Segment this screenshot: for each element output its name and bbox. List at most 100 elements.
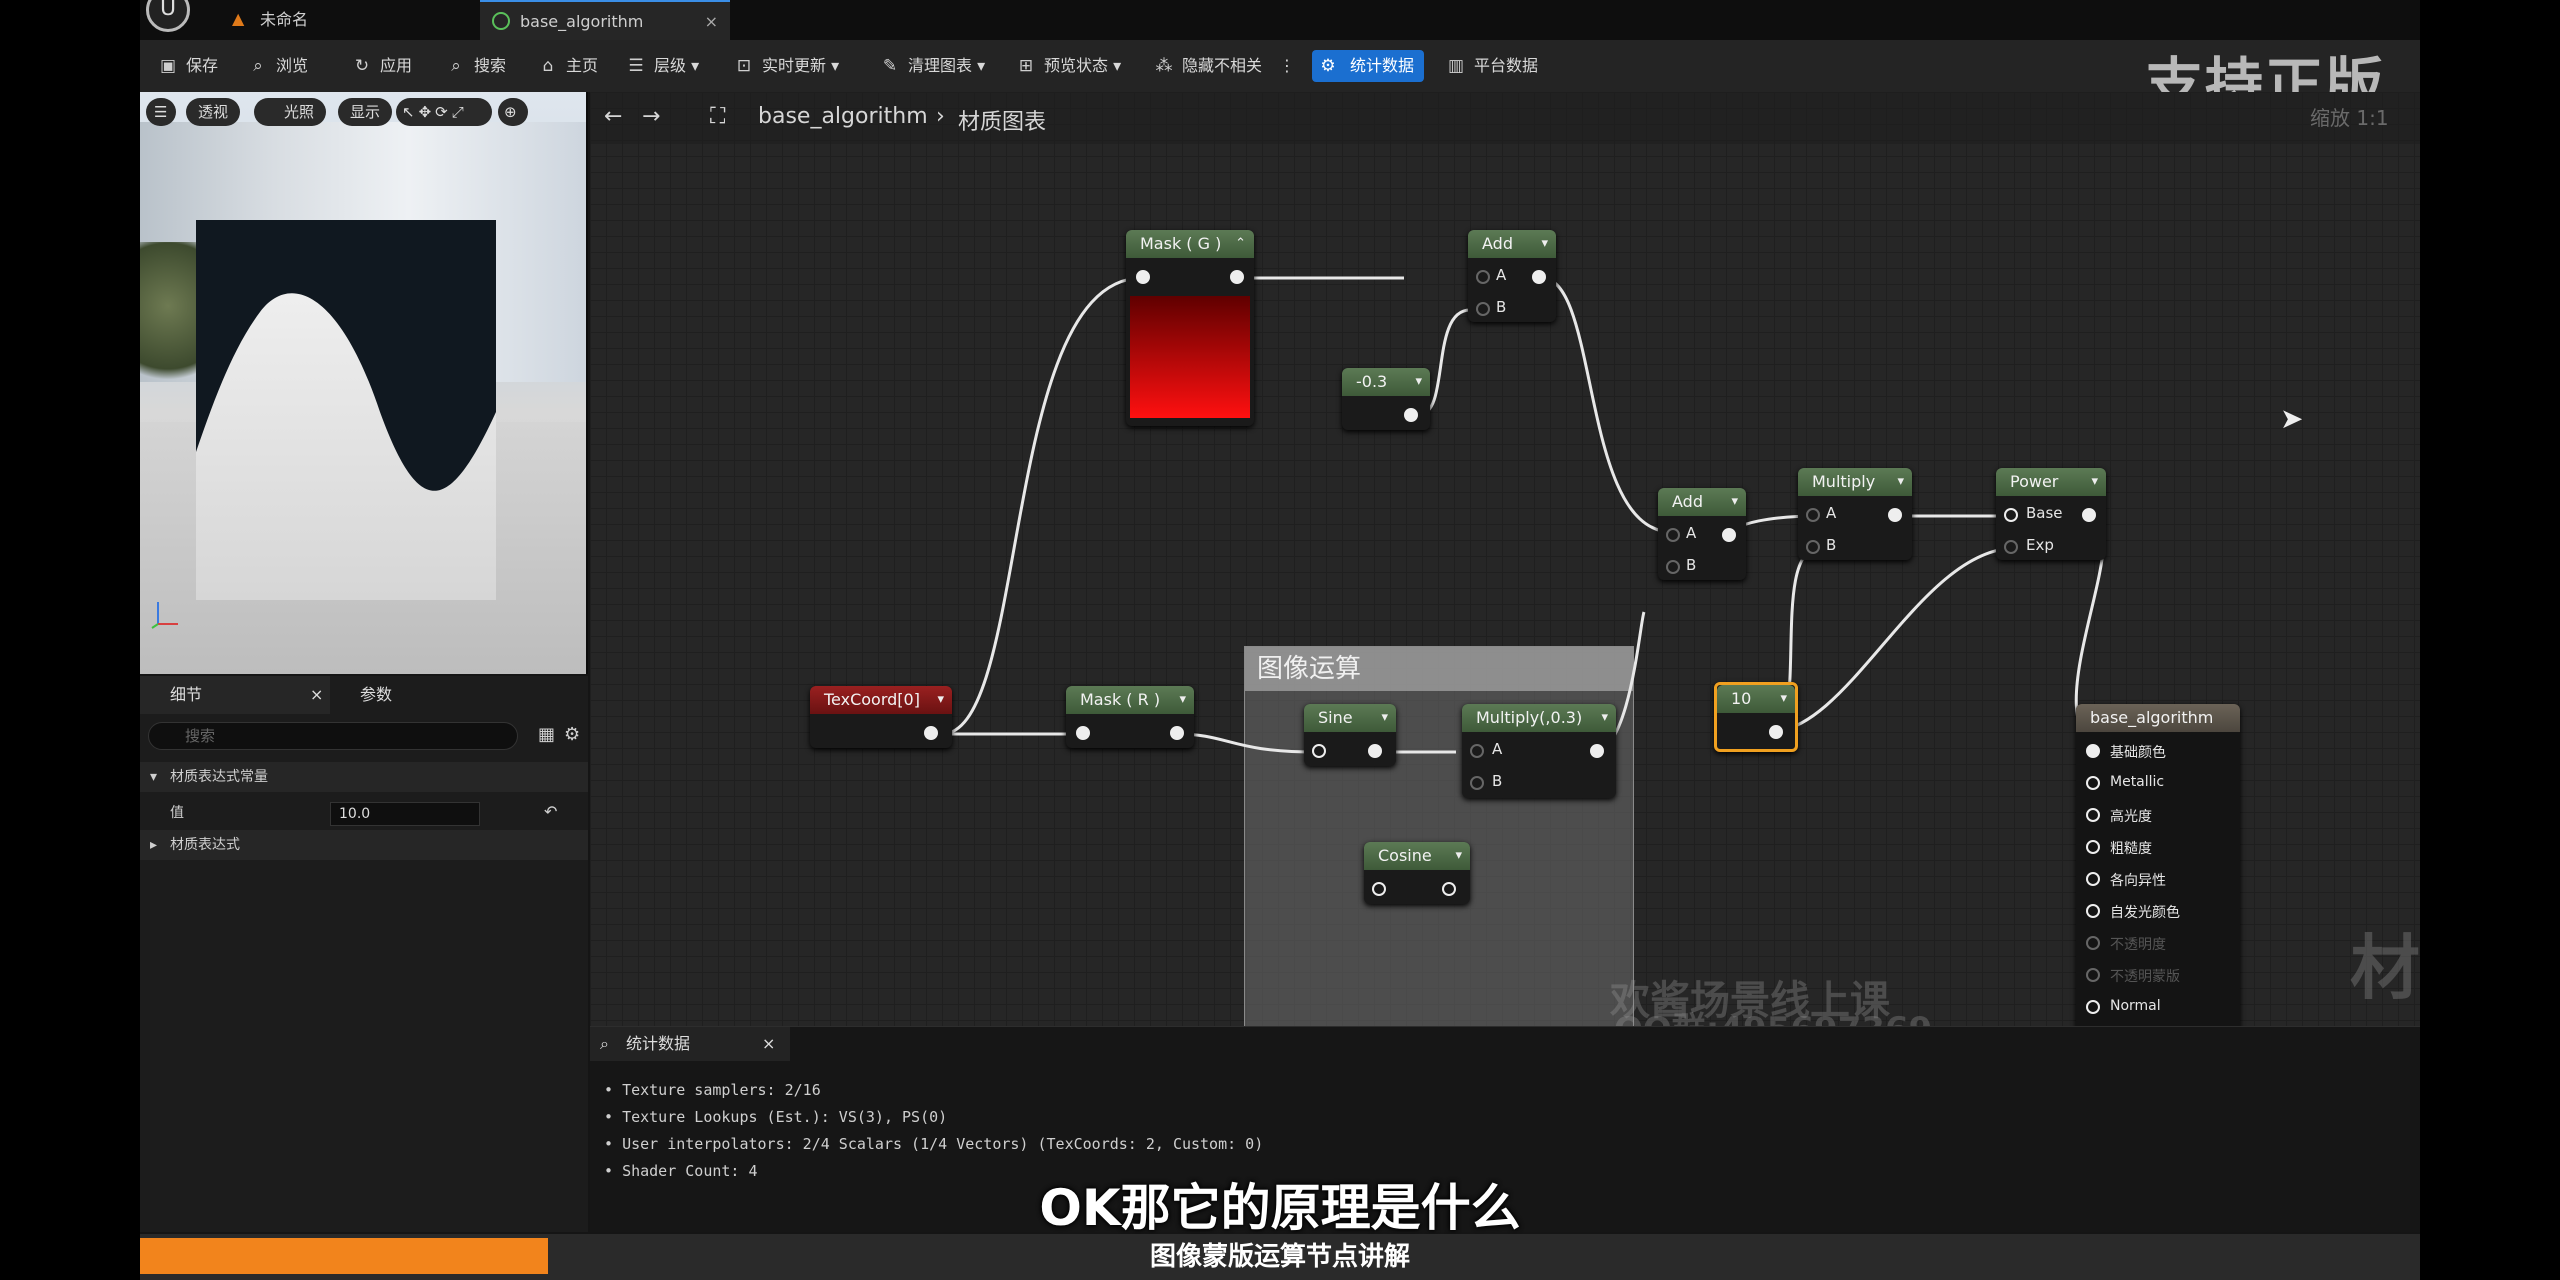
input-pin[interactable] <box>1372 882 1386 896</box>
hide-unrelated-button[interactable]: ⁂ 隐藏不相关 <box>1154 50 1263 82</box>
node-multiply[interactable]: Multiply ▾ A B <box>1798 468 1912 560</box>
input-pin[interactable] <box>2086 776 2100 790</box>
close-tab-icon[interactable]: × <box>705 2 718 42</box>
tab-parameters[interactable]: 参数 <box>330 676 392 714</box>
output-pin[interactable] <box>1888 508 1902 522</box>
dropdown-icon[interactable]: ▾ <box>1780 685 1787 713</box>
input-pin[interactable] <box>1312 744 1326 758</box>
dropdown-icon[interactable]: ▾ <box>1455 842 1462 870</box>
node-result-base-algorithm[interactable]: base_algorithm 基础颜色 Metallic 高光度 粗糙度 各向异性 自发光… <box>2076 704 2240 1026</box>
lit-button[interactable]: 光照 <box>254 98 327 126</box>
output-pin[interactable] <box>1170 726 1184 740</box>
more-options-icon[interactable]: ⋮ <box>1275 50 1295 82</box>
node-sine[interactable]: Sine ▾ <box>1304 704 1396 766</box>
dropdown-icon[interactable]: ▾ <box>1541 230 1548 258</box>
output-pin[interactable] <box>1404 408 1418 422</box>
tab-details[interactable]: 细节 × <box>140 676 330 714</box>
close-stats-icon[interactable]: × <box>762 1027 775 1061</box>
grid-view-icon[interactable]: ▦ <box>538 724 555 745</box>
result-pin-row[interactable]: 粗糙度 <box>2086 836 2236 860</box>
hierarchy-button[interactable]: ☰ 层级 ▾ <box>626 50 699 82</box>
result-pin-row[interactable]: 高光度 <box>2086 804 2236 828</box>
input-pin[interactable] <box>2086 936 2100 950</box>
dropdown-icon[interactable]: ▾ <box>1897 468 1904 496</box>
result-pin-row[interactable]: Metallic <box>2086 772 2236 796</box>
input-pin-a[interactable] <box>1666 528 1680 542</box>
input-pin[interactable] <box>2086 840 2100 854</box>
section-material-constant[interactable]: ▾ 材质表达式常量 <box>140 762 588 792</box>
input-pin-a[interactable] <box>1476 270 1490 284</box>
dropdown-icon[interactable]: ▾ <box>2091 468 2098 496</box>
node-const-neg03[interactable]: -0.3 ▾ <box>1342 368 1430 430</box>
browse-button[interactable]: ⌕ 浏览 <box>248 50 308 82</box>
search-button[interactable]: ⌕ 搜索 <box>446 50 506 82</box>
output-pin[interactable] <box>1230 270 1244 284</box>
node-mask-r[interactable]: Mask ( R ) ▾ <box>1066 686 1194 748</box>
input-pin-b[interactable] <box>1666 560 1680 574</box>
input-pin[interactable] <box>2086 968 2100 982</box>
input-pin[interactable] <box>1136 270 1150 284</box>
dropdown-icon[interactable]: ▾ <box>1731 488 1738 516</box>
section-material-expression[interactable]: ▸ 材质表达式 <box>140 830 588 860</box>
input-pin[interactable] <box>2086 1000 2100 1014</box>
output-pin[interactable] <box>1722 528 1736 542</box>
preview-state-button[interactable]: ⊞ 预览状态 ▾ <box>1016 50 1121 82</box>
input-pin[interactable] <box>2086 872 2100 886</box>
output-pin[interactable] <box>1532 270 1546 284</box>
output-pin[interactable] <box>2082 508 2096 522</box>
input-pin[interactable] <box>1076 726 1090 740</box>
dropdown-icon[interactable]: ▾ <box>1179 686 1186 714</box>
node-add-2[interactable]: Add ▾ A B <box>1658 488 1746 580</box>
node-cosine[interactable]: Cosine ▾ <box>1364 842 1470 904</box>
live-update-button[interactable]: ⊡ 实时更新 ▾ <box>734 50 839 82</box>
output-pin[interactable] <box>1769 725 1783 739</box>
node-mask-g[interactable]: Mask ( G ) ⌃ <box>1126 230 1254 426</box>
tab-untitled[interactable]: ▲ 未命名 <box>220 0 460 40</box>
node-power[interactable]: Power ▾ Base Exp <box>1996 468 2106 560</box>
details-search-input[interactable]: 搜索 <box>148 722 518 750</box>
home-button[interactable]: ⌂ 主页 <box>538 50 598 82</box>
result-pin-row[interactable]: 基础颜色 <box>2086 740 2236 764</box>
video-progress-bar[interactable]: 图像蒙版运算节点讲解 <box>140 1234 2420 1280</box>
input-pin-b[interactable] <box>1806 540 1820 554</box>
perspective-button[interactable]: 透视 <box>186 98 241 126</box>
input-pin[interactable] <box>2086 808 2100 822</box>
close-details-icon[interactable]: × <box>310 676 323 714</box>
dropdown-icon[interactable]: ▾ <box>1415 368 1422 396</box>
dropdown-icon[interactable]: ▾ <box>937 686 944 714</box>
unreal-logo-icon[interactable]: U <box>146 0 190 32</box>
stats-tab[interactable]: ⌕ 统计数据 × <box>590 1027 790 1061</box>
apply-button[interactable]: ↻ 应用 <box>352 50 412 82</box>
input-pin-base[interactable] <box>2004 508 2018 522</box>
node-const-10[interactable]: 10 ▾ <box>1714 682 1798 752</box>
input-pin-exp[interactable] <box>2004 540 2018 554</box>
collapse-icon[interactable]: ⌃ <box>1235 230 1246 258</box>
node-texcoord[interactable]: TexCoord[0] ▾ <box>810 686 952 748</box>
output-pin[interactable] <box>1442 882 1456 896</box>
stats-button[interactable]: ⚙ 统计数据 <box>1312 50 1425 82</box>
settings-gear-icon[interactable]: ⚙ <box>564 724 580 745</box>
clean-graph-button[interactable]: ✎ 清理图表 ▾ <box>880 50 985 82</box>
platform-stats-button[interactable]: ▥ 平台数据 <box>1446 50 1538 82</box>
value-field[interactable]: 10.0 <box>330 802 480 826</box>
show-button[interactable]: 显示 <box>338 98 393 126</box>
input-pin-a[interactable] <box>1470 744 1484 758</box>
globe-icon[interactable]: ⊕ <box>498 98 528 126</box>
viewport-menu-icon[interactable]: ☰ <box>146 98 176 126</box>
output-pin[interactable] <box>1368 744 1382 758</box>
dropdown-icon[interactable]: ▾ <box>1601 704 1608 732</box>
result-pin-row[interactable]: 自发光颜色 <box>2086 900 2236 924</box>
transform-tools[interactable]: ↖✥⟳⤢ <box>396 98 492 126</box>
save-button[interactable]: ▣ 保存 <box>158 50 218 82</box>
node-add-1[interactable]: Add ▾ A B <box>1468 230 1556 322</box>
result-pin-row[interactable]: Normal <box>2086 996 2236 1020</box>
input-pin[interactable] <box>2086 904 2100 918</box>
preview-viewport[interactable]: ☰ 透视 光照 显示 ↖✥⟳⤢ ⊕ <box>140 92 588 674</box>
dropdown-icon[interactable]: ▾ <box>1381 704 1388 732</box>
node-multiply-03[interactable]: Multiply(,0.3) ▾ A B <box>1462 704 1616 798</box>
reset-value-icon[interactable]: ↶ <box>544 802 557 821</box>
input-pin-b[interactable] <box>1476 302 1490 316</box>
output-pin[interactable] <box>924 726 938 740</box>
input-pin[interactable] <box>2086 744 2100 758</box>
output-pin[interactable] <box>1590 744 1604 758</box>
